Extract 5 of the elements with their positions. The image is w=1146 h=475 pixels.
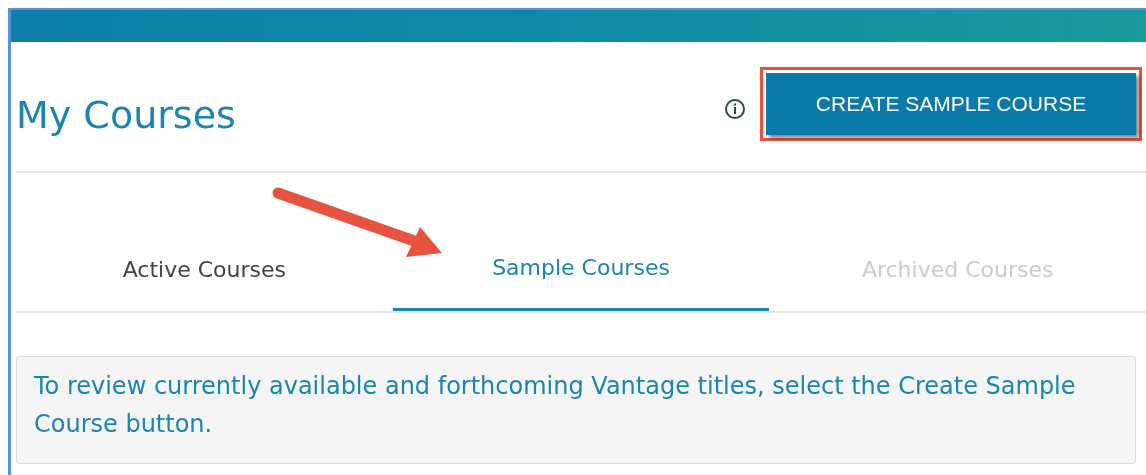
info-icon[interactable] <box>724 97 746 120</box>
create-sample-course-button[interactable]: CREATE SAMPLE COURSE <box>766 72 1136 135</box>
tab[interactable]: Active Courses <box>16 227 393 311</box>
page-title: My Courses <box>16 92 236 139</box>
notice-message: To review currently available and forthcoming Vantage titles, select the Create Sample Course button. <box>16 356 1136 464</box>
